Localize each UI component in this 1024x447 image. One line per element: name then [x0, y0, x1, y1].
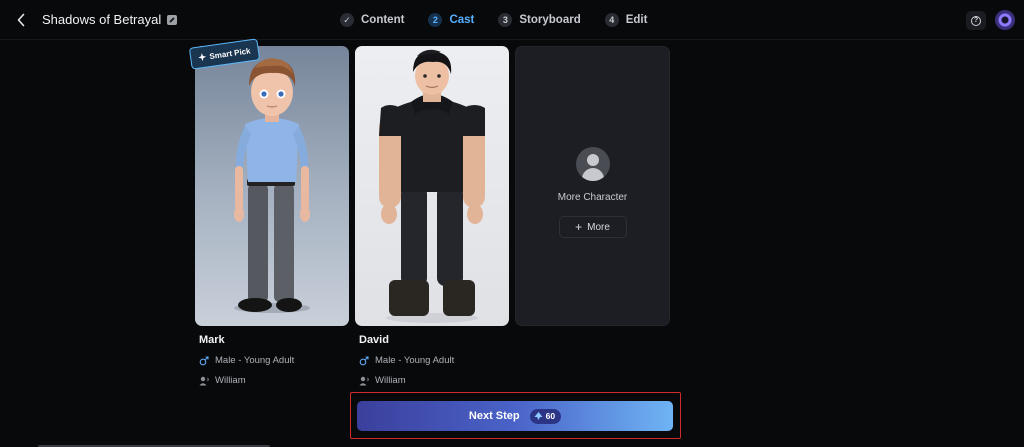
step-label: Edit: [625, 14, 648, 26]
character-voice: William: [359, 375, 454, 386]
smart-pick-label: Smart Pick: [208, 45, 252, 61]
step-navigator: ✓ Content 2 Cast 3 Storyboard 4 Edit: [340, 11, 647, 29]
step-number: 2: [428, 13, 443, 27]
edit-title-button[interactable]: [166, 13, 178, 25]
next-step-label: Next Step: [468, 410, 520, 422]
sparkle-icon: [198, 53, 207, 62]
step-check-icon: ✓: [340, 13, 354, 27]
character-portrait-mark: [234, 58, 310, 313]
gender-age-text: Male - Young Adult: [215, 355, 295, 366]
credit-cost-value: 60: [545, 411, 556, 421]
step-number: 3: [498, 13, 513, 27]
user-avatar[interactable]: [995, 10, 1015, 30]
character-info-mark: Mark Male - Young Adult William: [199, 334, 294, 386]
character-info-david: David Male - Young Adult William: [359, 334, 454, 386]
character-name: Mark: [199, 334, 225, 346]
step-storyboard[interactable]: 3 Storyboard: [498, 13, 581, 27]
step-label: Storyboard: [519, 14, 581, 26]
male-icon: [199, 355, 209, 365]
more-button-label: More: [587, 221, 610, 233]
next-step-button[interactable]: Next Step 60: [357, 401, 673, 431]
gender-age-text: Male - Young Adult: [375, 355, 455, 366]
chevron-left-icon: [17, 13, 25, 27]
character-gender-age: Male - Young Adult: [359, 355, 454, 366]
credit-cost-badge: 60: [529, 408, 562, 424]
help-button[interactable]: ?: [966, 11, 986, 30]
step-label: Content: [361, 14, 405, 26]
character-voice: William: [199, 375, 294, 386]
male-icon: [359, 355, 369, 365]
project-title: Shadows of Betrayal: [42, 12, 162, 27]
character-card-mark[interactable]: [195, 46, 349, 326]
character-name: David: [359, 334, 389, 346]
voice-name: William: [215, 375, 246, 386]
step-edit[interactable]: 4 Edit: [604, 13, 648, 27]
more-character-label: More Character: [557, 192, 628, 203]
edit-icon: [167, 15, 177, 25]
more-button[interactable]: + More: [558, 216, 627, 238]
voice-icon: [199, 376, 209, 385]
question-icon: ?: [971, 15, 981, 26]
character-portrait-david: [379, 49, 485, 323]
step-content[interactable]: ✓ Content: [340, 13, 404, 27]
voice-name: William: [375, 375, 406, 386]
more-character-card: More Character + More: [515, 46, 670, 326]
character-card-david[interactable]: [355, 46, 509, 326]
app-root: Shadows of Betrayal ✓ Content 2 Cast 3 S…: [0, 0, 1024, 447]
character-gender-age: Male - Young Adult: [199, 355, 294, 366]
plus-icon: +: [575, 220, 583, 234]
voice-icon: [359, 376, 369, 385]
user-placeholder-icon: [575, 147, 610, 181]
back-button[interactable]: [12, 10, 30, 30]
credit-icon: [534, 412, 543, 420]
step-cast[interactable]: 2 Cast: [428, 13, 474, 27]
top-bar: Shadows of Betrayal ✓ Content 2 Cast 3 S…: [0, 0, 1024, 40]
step-number: 4: [604, 13, 619, 27]
step-label: Cast: [449, 14, 475, 26]
